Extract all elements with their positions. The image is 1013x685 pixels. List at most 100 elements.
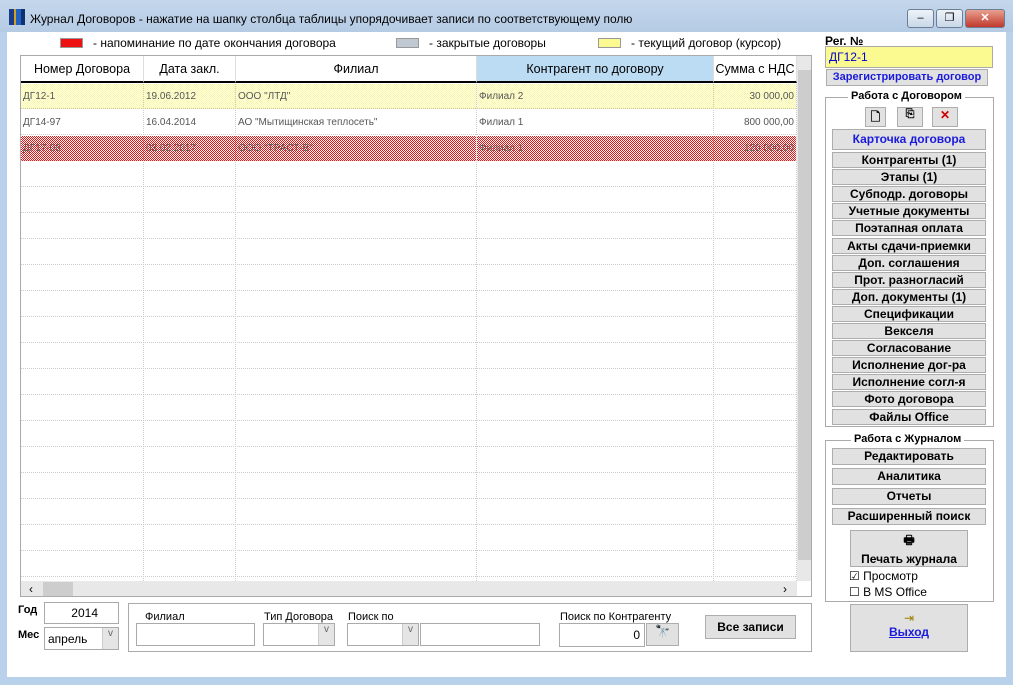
table-cell[interactable]: [236, 188, 477, 213]
table-row[interactable]: [21, 344, 797, 369]
table-cell[interactable]: [477, 526, 714, 551]
table-cell[interactable]: [21, 344, 144, 369]
table-cell[interactable]: Филиал 2: [477, 84, 714, 109]
contract-section-button[interactable]: Исполнение дог-ра: [832, 357, 986, 374]
table-cell[interactable]: [236, 552, 477, 577]
table-cell[interactable]: 19.06.2012: [144, 84, 236, 109]
table-row[interactable]: [21, 370, 797, 395]
table-cell[interactable]: [236, 448, 477, 473]
table-cell[interactable]: [144, 526, 236, 551]
table-cell[interactable]: [477, 162, 714, 187]
contract-section-button[interactable]: Доп. соглашения: [832, 254, 986, 271]
table-cell[interactable]: [144, 370, 236, 395]
table-cell[interactable]: [144, 318, 236, 343]
table-cell[interactable]: ДГ17-08: [21, 136, 144, 161]
table-cell[interactable]: ДГ14-97: [21, 110, 144, 135]
table-cell[interactable]: [21, 292, 144, 317]
table-cell[interactable]: [714, 292, 797, 317]
table-cell[interactable]: [21, 396, 144, 421]
maximize-button[interactable]: ❐: [936, 9, 963, 28]
preview-checkbox[interactable]: ☑ Просмотр: [849, 569, 918, 583]
print-journal-button[interactable]: 🖶 Печать журнала: [850, 530, 968, 567]
contract-section-button[interactable]: Фото договора: [832, 391, 986, 408]
table-cell[interactable]: [714, 448, 797, 473]
contract-section-button[interactable]: Акты сдачи-приемки: [832, 237, 986, 254]
journal-action-button[interactable]: Расширенный поиск: [832, 508, 986, 525]
search-by-select[interactable]: v: [347, 623, 419, 646]
contract-section-button[interactable]: Поэтапная оплата: [832, 220, 986, 237]
contract-section-button[interactable]: Доп. документы (1): [832, 288, 986, 305]
table-row[interactable]: [21, 500, 797, 525]
table-cell[interactable]: 800 000,00: [714, 110, 797, 135]
table-row[interactable]: ДГ12-1 19.06.2012 ООО "ЛТД" Филиал 2 30 000,…: [21, 84, 797, 109]
table-cell[interactable]: 03.02.2017: [144, 136, 236, 161]
table-cell[interactable]: [714, 526, 797, 551]
table-cell[interactable]: [714, 552, 797, 577]
reg-number-field[interactable]: ДГ12-1: [825, 46, 993, 68]
col-header-date[interactable]: Дата закл.: [144, 56, 236, 83]
table-row[interactable]: [21, 396, 797, 421]
minimize-button[interactable]: –: [907, 9, 934, 28]
table-cell[interactable]: [21, 526, 144, 551]
table-cell[interactable]: [714, 370, 797, 395]
table-cell[interactable]: [21, 318, 144, 343]
table-cell[interactable]: [144, 292, 236, 317]
table-cell[interactable]: [21, 266, 144, 291]
table-cell[interactable]: [21, 370, 144, 395]
close-button[interactable]: ✕: [965, 9, 1005, 28]
table-cell[interactable]: [21, 474, 144, 499]
table-row[interactable]: ДГ14-97 16.04.2014 АО "Мытищинская теплосе…: [21, 110, 797, 135]
month-select[interactable]: апрель v: [44, 627, 119, 650]
table-cell[interactable]: [144, 266, 236, 291]
table-cell[interactable]: [714, 162, 797, 187]
table-cell[interactable]: [477, 266, 714, 291]
table-row[interactable]: [21, 188, 797, 213]
binoculars-search-icon[interactable]: 🔭: [646, 623, 679, 646]
table-cell[interactable]: [236, 474, 477, 499]
table-cell[interactable]: Филиал 1: [477, 110, 714, 135]
table-cell[interactable]: [477, 214, 714, 239]
table-cell[interactable]: ДГ12-1: [21, 84, 144, 109]
contract-section-button[interactable]: Контрагенты (1): [832, 152, 986, 168]
table-cell[interactable]: [714, 396, 797, 421]
col-header-contractor[interactable]: Контрагент по договору: [477, 56, 714, 83]
table-cell[interactable]: [21, 214, 144, 239]
contract-section-button[interactable]: Этапы (1): [832, 169, 986, 186]
table-cell[interactable]: [236, 292, 477, 317]
table-cell[interactable]: [714, 500, 797, 525]
new-doc-icon[interactable]: 🗋: [865, 107, 886, 127]
table-cell[interactable]: [477, 318, 714, 343]
table-row[interactable]: [21, 240, 797, 265]
table-row[interactable]: [21, 422, 797, 447]
table-row[interactable]: ДГ17-08 03.02.2017 ООО "ТРАСТ-В" Филиал 1 12…: [21, 136, 797, 161]
table-cell[interactable]: [714, 266, 797, 291]
table-cell[interactable]: [236, 500, 477, 525]
table-cell[interactable]: [236, 162, 477, 187]
table-cell[interactable]: 30 000,00: [714, 84, 797, 109]
table-cell[interactable]: [477, 344, 714, 369]
journal-action-button[interactable]: Отчеты: [832, 488, 986, 505]
table-row[interactable]: [21, 552, 797, 577]
table-cell[interactable]: [144, 396, 236, 421]
table-cell[interactable]: [21, 500, 144, 525]
col-header-sum[interactable]: Сумма с НДС: [714, 56, 797, 83]
contract-section-button[interactable]: Согласование: [832, 340, 986, 357]
table-cell[interactable]: [236, 214, 477, 239]
table-cell[interactable]: [236, 422, 477, 447]
table-cell[interactable]: [21, 162, 144, 187]
vertical-scrollbar[interactable]: [797, 56, 811, 581]
table-cell[interactable]: [144, 474, 236, 499]
col-header-number[interactable]: Номер Договора: [21, 56, 144, 83]
table-cell[interactable]: [144, 188, 236, 213]
delete-icon[interactable]: ✕: [932, 107, 958, 127]
contract-card-button[interactable]: Карточка договора: [832, 129, 986, 150]
search-input[interactable]: [420, 623, 540, 646]
contract-section-button[interactable]: Исполнение согл-я: [832, 374, 986, 391]
table-row[interactable]: [21, 292, 797, 317]
table-cell[interactable]: [477, 188, 714, 213]
year-spinner[interactable]: 2014: [44, 602, 119, 624]
table-cell[interactable]: [714, 344, 797, 369]
table-cell[interactable]: [477, 292, 714, 317]
table-cell[interactable]: [714, 240, 797, 265]
table-cell[interactable]: [477, 500, 714, 525]
